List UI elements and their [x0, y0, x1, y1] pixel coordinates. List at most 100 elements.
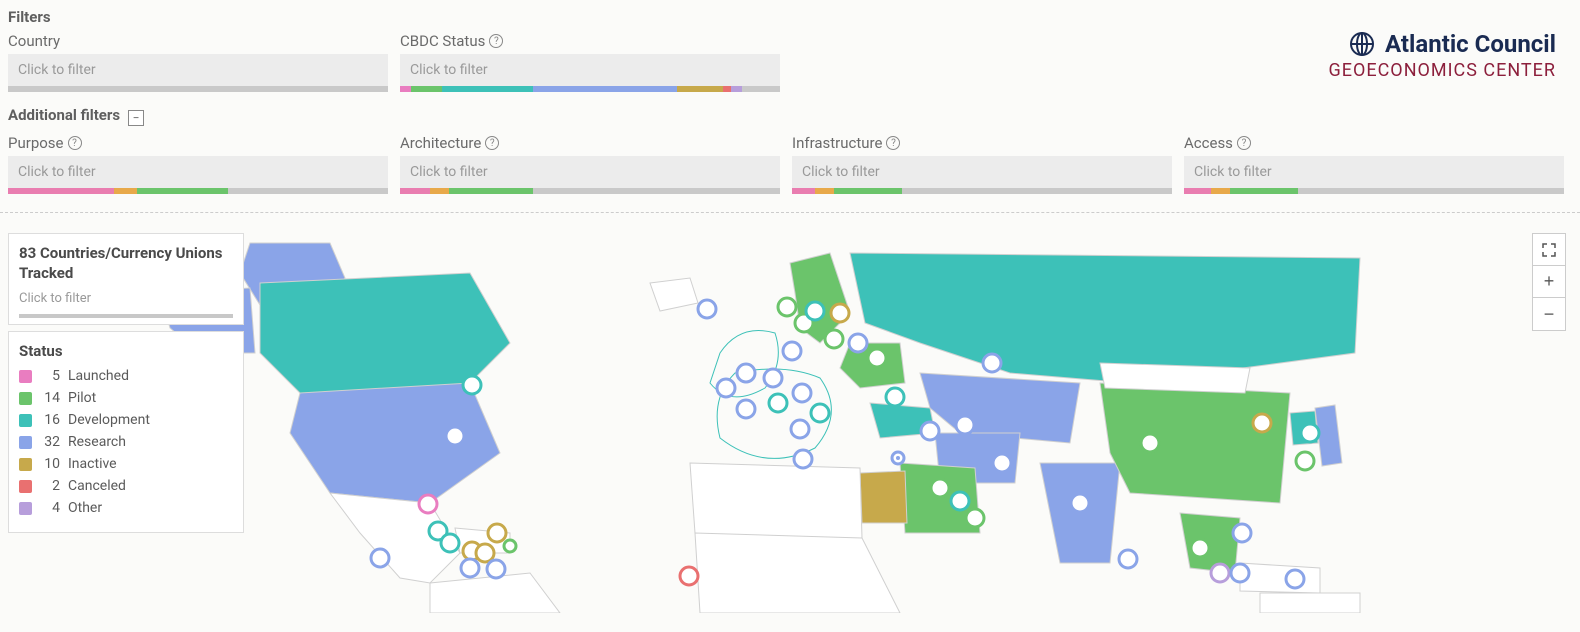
filter-access-input[interactable]: Click to filter	[1184, 156, 1564, 188]
fullscreen-button[interactable]	[1533, 234, 1565, 266]
help-icon[interactable]: ?	[68, 136, 82, 150]
divider	[0, 212, 1580, 213]
map-marker[interactable]	[1211, 564, 1229, 582]
legend-count: 5	[40, 368, 60, 384]
map-marker[interactable]	[1286, 570, 1304, 588]
tracked-title-a: 83 Countries/Currency Unions	[19, 244, 222, 262]
filters-title: Filters	[8, 8, 1572, 26]
filter-purpose: Purpose ? Click to filter	[8, 134, 388, 194]
collapse-button[interactable]: −	[128, 110, 144, 126]
map-marker[interactable]	[737, 364, 755, 382]
map-marker[interactable]	[371, 549, 389, 567]
map-marker[interactable]	[1253, 414, 1271, 432]
zoom-out-button[interactable]: −	[1533, 298, 1565, 330]
map-marker[interactable]	[717, 379, 735, 397]
help-icon[interactable]: ?	[485, 136, 499, 150]
logo-main-text: Atlantic Council	[1385, 30, 1556, 58]
map-marker[interactable]	[921, 422, 939, 440]
map-marker[interactable]	[1231, 564, 1249, 582]
map-marker[interactable]	[504, 540, 516, 552]
filter-architecture-input[interactable]: Click to filter	[400, 156, 780, 188]
map-marker[interactable]	[487, 560, 505, 578]
legend-item[interactable]: 16Development	[19, 412, 233, 428]
map-marker[interactable]	[1301, 424, 1319, 442]
logo-sub-text: GEOECONOMICS CENTER	[1328, 60, 1556, 81]
map-marker[interactable]	[993, 454, 1011, 472]
legend-label: Canceled	[68, 478, 126, 494]
filter-access-stripe	[1184, 188, 1564, 194]
filter-status-label: CBDC Status	[400, 32, 485, 50]
status-legend-title: Status	[19, 342, 233, 360]
map-marker[interactable]	[441, 534, 459, 552]
map-marker[interactable]	[931, 479, 949, 497]
map-marker[interactable]	[446, 427, 464, 445]
map-marker[interactable]	[680, 567, 698, 585]
map-marker[interactable]	[886, 388, 904, 406]
legend-count: 10	[40, 456, 60, 472]
map-marker[interactable]	[1071, 494, 1089, 512]
filter-country-stripe	[8, 86, 388, 92]
map-marker[interactable]	[461, 559, 479, 577]
map-marker[interactable]	[811, 404, 829, 422]
filter-architecture-label: Architecture	[400, 134, 481, 152]
help-icon[interactable]: ?	[1237, 136, 1251, 150]
map-marker[interactable]	[966, 509, 984, 527]
legend-item[interactable]: 5Launched	[19, 368, 233, 384]
help-icon[interactable]: ?	[886, 136, 900, 150]
map-marker[interactable]	[783, 342, 801, 360]
map-marker[interactable]	[463, 376, 481, 394]
map-marker[interactable]	[892, 452, 904, 464]
legend-label: Pilot	[68, 390, 96, 406]
map-marker[interactable]	[1233, 524, 1251, 542]
tracked-title-b: Tracked	[19, 264, 73, 282]
map-marker[interactable]	[769, 394, 787, 412]
legend-label: Research	[68, 434, 126, 450]
legend-label: Inactive	[68, 456, 117, 472]
map-marker[interactable]	[488, 524, 506, 542]
filter-status-input[interactable]: Click to filter	[400, 54, 780, 86]
legend-count: 4	[40, 500, 60, 516]
map-marker[interactable]	[831, 304, 849, 322]
legend-swatch	[19, 436, 32, 449]
map-marker[interactable]	[956, 416, 974, 434]
map-marker[interactable]	[778, 298, 796, 316]
map-marker[interactable]	[825, 330, 843, 348]
map-marker[interactable]	[806, 302, 824, 320]
legend-item[interactable]: 32Research	[19, 434, 233, 450]
map-marker[interactable]	[764, 369, 782, 387]
filter-purpose-input[interactable]: Click to filter	[8, 156, 388, 188]
legend-label: Development	[68, 412, 150, 428]
legend-item[interactable]: 10 Inactive	[19, 456, 233, 472]
map-marker[interactable]	[1296, 452, 1314, 470]
map-marker[interactable]	[793, 384, 811, 402]
map-marker[interactable]	[476, 544, 494, 562]
map-marker[interactable]	[419, 495, 437, 513]
filter-infrastructure-input[interactable]: Click to filter	[792, 156, 1172, 188]
legend-swatch	[19, 392, 32, 405]
legend-swatch	[19, 370, 32, 383]
tracked-panel: 83 Countries/Currency Unions Tracked Cli…	[8, 233, 244, 325]
map-marker[interactable]	[1119, 550, 1137, 568]
tracked-stripe	[19, 314, 233, 318]
map-marker[interactable]	[1141, 434, 1159, 452]
legend-item[interactable]: 14Pilot	[19, 390, 233, 406]
tracked-filter-input[interactable]: Click to filter	[19, 291, 233, 306]
map-marker[interactable]	[737, 400, 755, 418]
map-marker[interactable]	[849, 334, 867, 352]
map-marker[interactable]	[791, 420, 809, 438]
legend-count: 2	[40, 478, 60, 494]
map-marker[interactable]	[868, 349, 886, 367]
legend-item[interactable]: 4Other	[19, 500, 233, 516]
zoom-in-button[interactable]: +	[1533, 266, 1565, 298]
map-marker[interactable]	[794, 450, 812, 468]
map-marker[interactable]	[698, 300, 716, 318]
legend-swatch	[19, 480, 32, 493]
map-marker[interactable]	[983, 354, 1001, 372]
legend-item[interactable]: 2 Canceled	[19, 478, 233, 494]
help-icon[interactable]: ?	[489, 34, 503, 48]
filter-country-input[interactable]: Click to filter	[8, 54, 388, 86]
map-marker[interactable]	[951, 492, 969, 510]
map-marker[interactable]	[1191, 539, 1209, 557]
legend-swatch	[19, 458, 32, 471]
additional-filters-title: Additional filters	[8, 106, 120, 124]
